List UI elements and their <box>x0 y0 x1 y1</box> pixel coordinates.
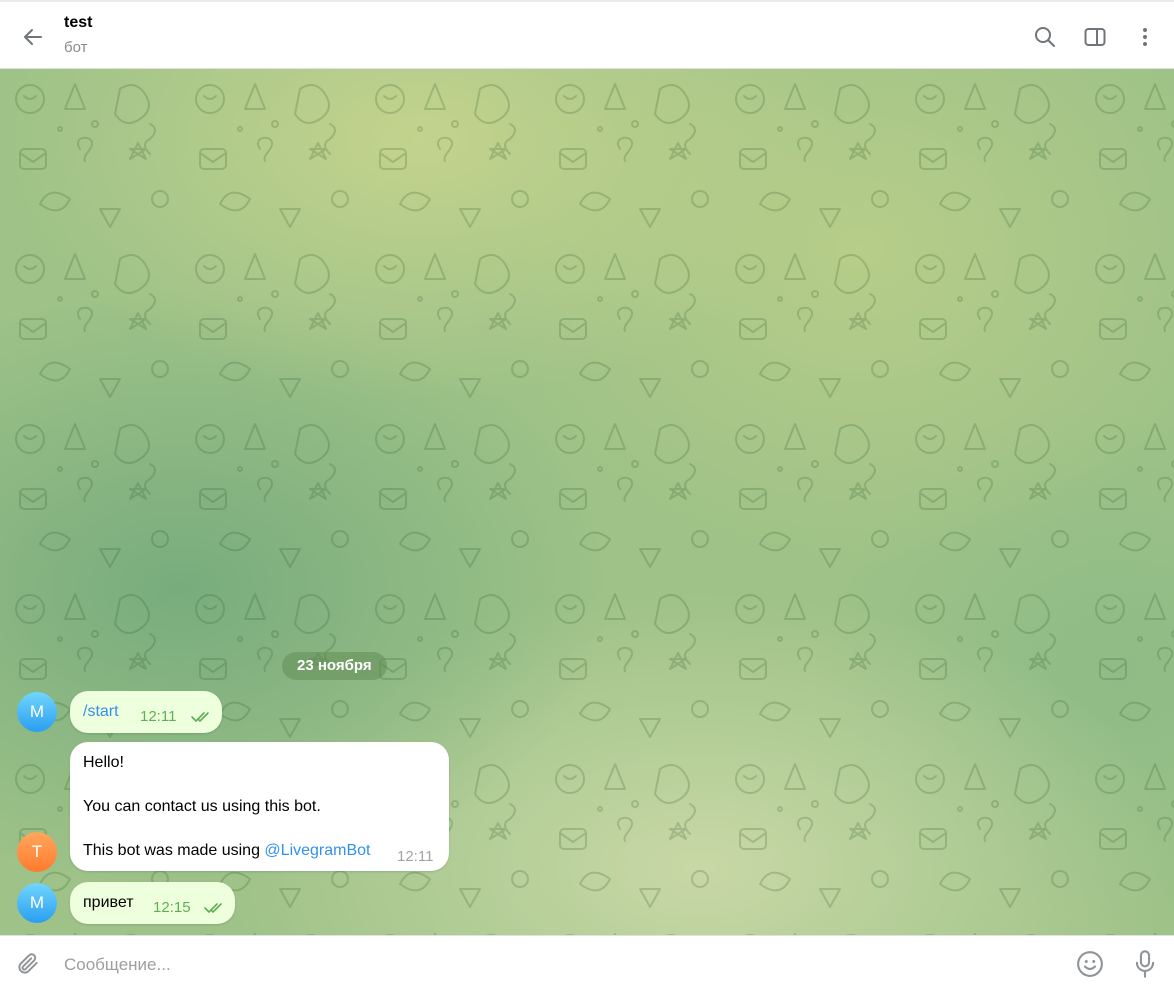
emoji-button[interactable] <box>1073 947 1107 981</box>
chat-background: 23 ноября M /start 12:11 Hello! You can … <box>0 69 1174 935</box>
message-text: This bot was made using <box>83 842 265 859</box>
avatar[interactable]: M <box>17 692 57 732</box>
double-check-icon <box>204 903 222 913</box>
microphone-button[interactable] <box>1128 947 1162 981</box>
emoji-icon <box>1077 951 1103 977</box>
search-icon <box>1035 27 1055 47</box>
message-bubble-incoming[interactable]: Hello! You can contact us using this bot… <box>70 742 449 871</box>
message-time: 12:11 <box>397 848 434 865</box>
more-options-button[interactable] <box>1130 22 1160 52</box>
date-separator: 23 ноября <box>282 652 387 680</box>
command-link[interactable]: /start <box>83 703 119 721</box>
chat-title[interactable]: test <box>64 14 92 32</box>
microphone-icon <box>1135 950 1155 978</box>
avatar-letter: T <box>31 842 43 861</box>
message-input[interactable] <box>62 948 1046 982</box>
message-text: привет <box>83 894 134 911</box>
chat-header: test бот <box>0 0 1174 69</box>
message-line: You can contact us using this bot. <box>83 798 321 815</box>
avatar[interactable]: M <box>17 883 57 923</box>
message-time: 12:15 <box>153 899 191 916</box>
message-time: 12:11 <box>140 708 177 725</box>
message-composer <box>0 935 1174 991</box>
chat-subtitle: бот <box>64 39 88 56</box>
more-vertical-icon <box>1143 28 1147 46</box>
header-actions <box>1010 22 1160 52</box>
attach-button[interactable] <box>12 948 44 980</box>
attach-icon <box>18 953 38 974</box>
avatar[interactable]: T <box>17 832 57 872</box>
message-bubble-outgoing[interactable]: /start 12:11 <box>70 691 222 733</box>
sidebar-toggle-icon <box>1084 28 1106 46</box>
bot-mention-link[interactable]: @LivegramBot <box>264 842 370 859</box>
message-bubble-outgoing[interactable]: привет 12:15 <box>70 882 235 924</box>
back-arrow-icon <box>24 29 42 45</box>
message-line: This bot was made using @LivegramBot <box>83 842 370 860</box>
message-line: Hello! <box>83 754 124 771</box>
sidebar-toggle-button[interactable] <box>1080 22 1110 52</box>
search-button[interactable] <box>1030 22 1060 52</box>
double-check-icon <box>191 712 209 722</box>
avatar-letter: M <box>29 702 45 721</box>
telegram-chat-window: test бот 23 ноября M /start 12:11 Hello!… <box>0 0 1174 991</box>
avatar-letter: M <box>29 893 45 912</box>
back-button[interactable] <box>18 22 48 52</box>
